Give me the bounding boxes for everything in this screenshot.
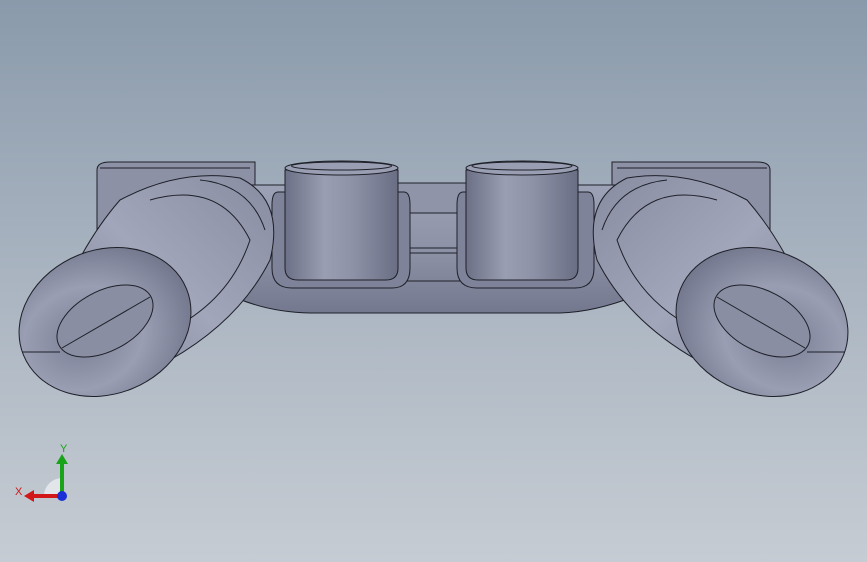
z-axis-dot: [57, 491, 67, 501]
3d-model-part[interactable]: [0, 0, 867, 562]
right-boss: [456, 160, 595, 289]
left-boss: [271, 160, 411, 289]
axis-triad: Y X: [15, 443, 68, 502]
y-axis-label: Y: [60, 443, 68, 455]
x-axis-label: X: [15, 486, 23, 498]
graphics-viewport[interactable]: Y X: [0, 0, 867, 562]
